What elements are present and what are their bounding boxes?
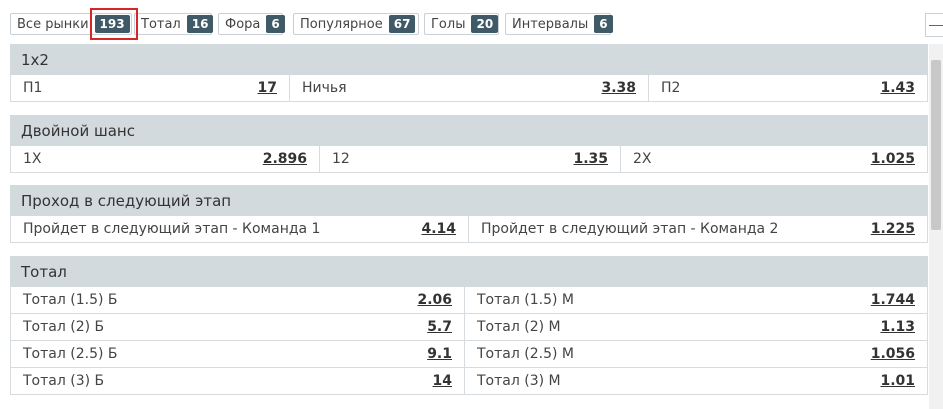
outcome-label: Пройдет в следующий этап - Команда 2 [481, 221, 779, 237]
odds-cell[interactable]: Тотал (2) М 1.13 [464, 314, 928, 341]
odds-cell[interactable]: П1 17 [10, 75, 289, 102]
tab-goals[interactable]: Голы 20 [424, 13, 499, 35]
tab-intervals[interactable]: Интервалы 6 [505, 13, 613, 35]
odds-row: Тотал (1.5) Б 2.06 Тотал (1.5) М 1.744 [10, 287, 928, 314]
odds-cell[interactable]: 2X 1.025 [620, 146, 928, 173]
minus-icon [929, 25, 943, 26]
tab-count-badge: 193 [94, 15, 130, 33]
outcome-label: Тотал (3) М [477, 373, 561, 389]
odds-cell[interactable]: Тотал (3) М 1.01 [464, 368, 928, 395]
odds-value[interactable]: 1.01 [880, 373, 915, 389]
tab-popular[interactable]: Популярное 67 [293, 13, 419, 35]
odds-value[interactable]: 5.7 [427, 319, 452, 335]
odds-row: Тотал (2) Б 5.7 Тотал (2) М 1.13 [10, 314, 928, 341]
tab-count-badge: 6 [266, 15, 285, 33]
odds-value[interactable]: 9.1 [427, 346, 452, 362]
odds-value[interactable]: 1.025 [871, 151, 915, 167]
tab-label: Фора [225, 16, 261, 32]
tab-total[interactable]: Тотал 16 [134, 13, 214, 35]
tab-handicap[interactable]: Фора 6 [218, 13, 285, 35]
odds-cell[interactable]: П2 1.43 [648, 75, 928, 102]
tab-label: Голы [431, 16, 466, 32]
tab-all-markets[interactable]: Все рынки 193 [10, 13, 132, 35]
odds-cell[interactable]: Ничья 3.38 [289, 75, 648, 102]
odds-value[interactable]: 1.35 [573, 151, 608, 167]
odds-value[interactable]: 1.225 [871, 221, 915, 237]
odds-cell[interactable]: Тотал (2.5) М 1.056 [464, 341, 928, 368]
odds-value[interactable]: 1.13 [880, 319, 915, 335]
outcome-label: 1X [23, 151, 42, 167]
outcome-label: Тотал (2.5) М [477, 346, 574, 362]
outcome-label: Тотал (1.5) М [477, 292, 574, 308]
outcome-label: Пройдет в следующий этап - Команда 1 [23, 221, 321, 237]
odds-cell[interactable]: Пройдет в следующий этап - Команда 1 4.1… [10, 216, 468, 243]
odds-cell[interactable]: 12 1.35 [319, 146, 620, 173]
tab-label: Тотал [141, 16, 181, 32]
tab-label: Популярное [300, 16, 383, 32]
outcome-label: 12 [332, 151, 350, 167]
odds-value[interactable]: 4.14 [421, 221, 456, 237]
tab-count-badge: 67 [388, 15, 416, 33]
odds-value[interactable]: 2.896 [263, 151, 307, 167]
collapse-button[interactable] [925, 13, 943, 37]
odds-value[interactable]: 3.38 [601, 80, 636, 96]
tab-count-badge: 16 [186, 15, 214, 33]
market-total: Тотал Тотал (1.5) Б 2.06 Тотал (1.5) М 1… [10, 256, 928, 395]
outcome-label: Тотал (2) Б [23, 319, 105, 335]
market-qualification: Проход в следующий этап Пройдет в следую… [10, 185, 928, 243]
odds-cell[interactable]: 1X 2.896 [10, 146, 319, 173]
odds-cell[interactable]: Тотал (2.5) Б 9.1 [10, 341, 464, 368]
odds-cell[interactable]: Тотал (2) Б 5.7 [10, 314, 464, 341]
odds-value[interactable]: 14 [433, 373, 452, 389]
outcome-label: Тотал (2) М [477, 319, 561, 335]
odds-cell[interactable]: Пройдет в следующий этап - Команда 2 1.2… [468, 216, 928, 243]
market-title: 1x2 [10, 44, 928, 75]
odds-row: 1X 2.896 12 1.35 2X 1.025 [10, 146, 928, 173]
odds-row: Тотал (3) Б 14 Тотал (3) М 1.01 [10, 368, 928, 395]
odds-value[interactable]: 1.744 [871, 292, 915, 308]
outcome-label: Ничья [302, 80, 347, 96]
market-title: Тотал [10, 256, 928, 287]
market-double-chance: Двойной шанс 1X 2.896 12 1.35 2X 1.025 [10, 115, 928, 173]
market-title: Двойной шанс [10, 115, 928, 146]
outcome-label: Тотал (2.5) Б [23, 346, 118, 362]
tab-count-badge: 6 [594, 15, 613, 33]
odds-value[interactable]: 1.056 [871, 346, 915, 362]
odds-cell[interactable]: Тотал (1.5) Б 2.06 [10, 287, 464, 314]
tab-count-badge: 20 [471, 15, 499, 33]
odds-cell[interactable]: Тотал (3) Б 14 [10, 368, 464, 395]
market-1x2: 1x2 П1 17 Ничья 3.38 П2 1.43 [10, 44, 928, 102]
odds-cell[interactable]: Тотал (1.5) М 1.744 [464, 287, 928, 314]
market-title: Проход в следующий этап [10, 185, 928, 216]
odds-row: Пройдет в следующий этап - Команда 1 4.1… [10, 216, 928, 243]
outcome-label: 2X [633, 151, 652, 167]
odds-row: П1 17 Ничья 3.38 П2 1.43 [10, 75, 928, 102]
odds-value[interactable]: 2.06 [417, 292, 452, 308]
outcome-label: П1 [23, 80, 43, 96]
odds-value[interactable]: 17 [258, 80, 277, 96]
odds-value[interactable]: 1.43 [880, 80, 915, 96]
outcome-label: Тотал (3) Б [23, 373, 105, 389]
outcome-label: Тотал (1.5) Б [23, 292, 118, 308]
scrollbar-thumb[interactable] [931, 60, 941, 230]
tab-label: Интервалы [512, 16, 589, 32]
tab-label: Все рынки [17, 16, 89, 32]
odds-row: Тотал (2.5) Б 9.1 Тотал (2.5) М 1.056 [10, 341, 928, 368]
vertical-scrollbar[interactable] [929, 44, 943, 409]
outcome-label: П2 [661, 80, 681, 96]
